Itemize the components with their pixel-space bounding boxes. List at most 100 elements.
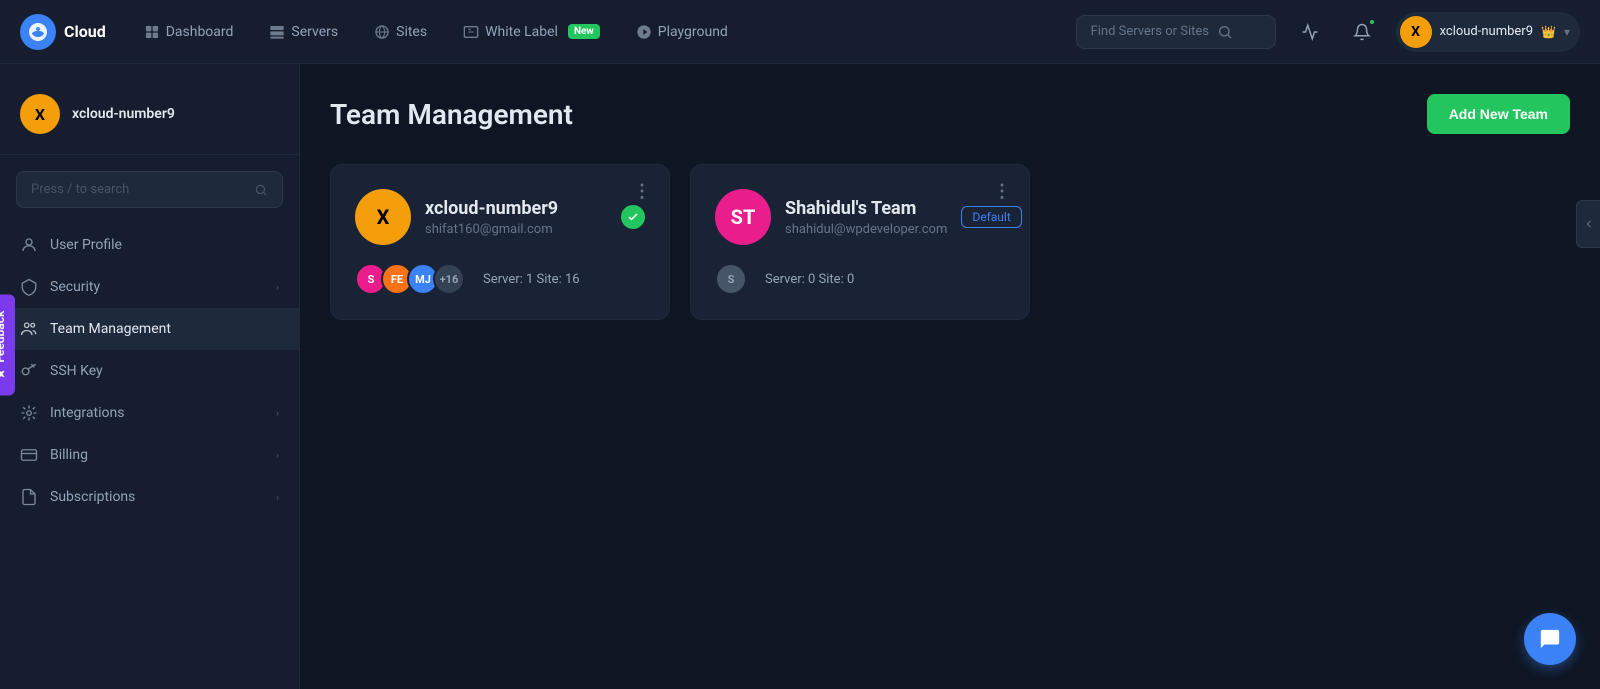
sidebar: X xcloud-number9 Press / to search User … xyxy=(0,64,300,689)
user-avatar: X xyxy=(1400,16,1432,48)
card-stats-xcloud: Server: 1 Site: 16 xyxy=(483,272,580,287)
activity-icon-btn[interactable] xyxy=(1292,14,1328,50)
sidebar-item-billing[interactable]: Billing › xyxy=(0,434,299,476)
bell-icon xyxy=(1353,23,1371,41)
logo[interactable]: Cloud xyxy=(20,14,106,50)
nav-white-label[interactable]: White Label New xyxy=(449,16,614,48)
member-avatar-s-shahidul: S xyxy=(715,263,747,295)
nav-dashboard-label: Dashboard xyxy=(166,24,234,40)
nav-servers[interactable]: Servers xyxy=(255,16,352,48)
nav-sites-label: Sites xyxy=(396,24,427,40)
activity-icon xyxy=(1301,23,1319,41)
chevron-down-icon: ▾ xyxy=(1564,25,1570,39)
nav-playground[interactable]: Playground xyxy=(622,16,742,48)
white-label-icon xyxy=(463,24,479,40)
sidebar-item-label-user-profile: User Profile xyxy=(50,237,122,253)
card-avatar-xcloud: X xyxy=(355,189,411,245)
member-avatars-xcloud: S FE MJ +16 xyxy=(355,263,465,295)
crown-icon: 👑 xyxy=(1541,25,1556,39)
teams-grid: ⋮ X xcloud-number9 shifat160@gmail.com xyxy=(330,164,1570,320)
card-avatar-shahidul: ST xyxy=(715,189,771,245)
card-email-shahidul: shahidul@wpdeveloper.com xyxy=(785,222,947,237)
nav-white-label-label: White Label xyxy=(485,24,558,40)
logo-text: Cloud xyxy=(64,22,106,41)
nav-sites[interactable]: Sites xyxy=(360,16,441,48)
feedback-star-icon: ★ xyxy=(0,368,7,379)
page-title: Team Management xyxy=(330,98,573,131)
member-avatar-count: +16 xyxy=(433,263,465,295)
card-menu-xcloud[interactable]: ⋮ xyxy=(633,181,653,202)
sidebar-item-label-security: Security xyxy=(50,279,100,295)
default-badge: Default xyxy=(961,206,1021,228)
chevron-right-icon-4: › xyxy=(276,491,279,504)
sidebar-item-team-management[interactable]: Team Management xyxy=(0,308,299,350)
top-navigation: Cloud Dashboard Servers Sites White Labe… xyxy=(0,0,1600,64)
user-name: xcloud-number9 xyxy=(1440,24,1533,39)
card-stats-shahidul: Server: 0 Site: 0 xyxy=(765,272,854,287)
sidebar-collapse-button[interactable] xyxy=(1576,200,1600,248)
nav-playground-label: Playground xyxy=(658,24,728,40)
card-menu-shahidul[interactable]: ⋮ xyxy=(993,181,1013,202)
member-avatars-shahidul: S xyxy=(715,263,747,295)
sidebar-item-ssh-key[interactable]: SSH Key xyxy=(0,350,299,392)
feedback-button[interactable]: ★ Feedback xyxy=(0,294,15,395)
billing-icon xyxy=(20,446,38,464)
white-label-badge: New xyxy=(568,24,600,39)
notification-icon-btn[interactable] xyxy=(1344,14,1380,50)
card-email-xcloud: shifat160@gmail.com xyxy=(425,222,607,237)
main-header: Team Management Add New Team xyxy=(330,94,1570,134)
key-icon xyxy=(20,362,38,380)
card-name-shahidul: Shahidul's Team xyxy=(785,197,947,220)
sidebar-item-label-integrations: Integrations xyxy=(50,405,124,421)
servers-icon xyxy=(269,24,285,40)
sidebar-search-placeholder: Press / to search xyxy=(31,182,129,197)
nav-dashboard[interactable]: Dashboard xyxy=(130,16,248,48)
integrations-icon xyxy=(20,404,38,422)
card-members-shahidul: S Server: 0 Site: 0 xyxy=(715,263,1005,295)
sidebar-user: X xcloud-number9 xyxy=(0,84,299,155)
subscriptions-icon xyxy=(20,488,38,506)
search-icon xyxy=(1217,24,1233,40)
user-menu[interactable]: X xcloud-number9 👑 ▾ xyxy=(1396,12,1580,52)
team-icon xyxy=(20,320,38,338)
sidebar-username: xcloud-number9 xyxy=(72,106,175,122)
sidebar-item-label-ssh-key: SSH Key xyxy=(50,363,103,379)
card-header-shahidul: ST Shahidul's Team shahidul@wpdeveloper.… xyxy=(715,189,1005,245)
sidebar-search-icon xyxy=(254,183,268,197)
notification-dot xyxy=(1368,18,1376,26)
sites-icon xyxy=(374,24,390,40)
dashboard-icon xyxy=(144,24,160,40)
chat-icon xyxy=(1539,628,1561,650)
sidebar-item-label-billing: Billing xyxy=(50,447,88,463)
user-icon xyxy=(20,236,38,254)
card-members-xcloud: S FE MJ +16 Server: 1 Site: 16 xyxy=(355,263,645,295)
card-header-xcloud: X xcloud-number9 shifat160@gmail.com xyxy=(355,189,645,245)
chevron-left-icon xyxy=(1583,218,1595,230)
card-info-shahidul: Shahidul's Team shahidul@wpdeveloper.com xyxy=(785,197,947,237)
logo-icon xyxy=(20,14,56,50)
nav-servers-label: Servers xyxy=(291,24,338,40)
sidebar-item-integrations[interactable]: Integrations › xyxy=(0,392,299,434)
team-card-shahidul: ⋮ ST Shahidul's Team shahidul@wpdevelope… xyxy=(690,164,1030,320)
security-icon xyxy=(20,278,38,296)
sidebar-search[interactable]: Press / to search xyxy=(16,171,283,208)
sidebar-item-user-profile[interactable]: User Profile xyxy=(0,224,299,266)
chevron-right-icon-2: › xyxy=(276,407,279,420)
chat-button[interactable] xyxy=(1524,613,1576,665)
sidebar-item-security[interactable]: Security › xyxy=(0,266,299,308)
playground-icon xyxy=(636,24,652,40)
global-search[interactable]: Find Servers or Sites xyxy=(1076,15,1276,49)
team-card-xcloud: ⋮ X xcloud-number9 shifat160@gmail.com xyxy=(330,164,670,320)
sidebar-item-label-subscriptions: Subscriptions xyxy=(50,489,135,505)
global-search-placeholder: Find Servers or Sites xyxy=(1091,24,1209,39)
check-icon-xcloud xyxy=(621,205,645,229)
main-layout: X xcloud-number9 Press / to search User … xyxy=(0,64,1600,689)
nav-right: Find Servers or Sites X xcloud-number9 👑… xyxy=(1076,12,1580,52)
sidebar-item-subscriptions[interactable]: Subscriptions › xyxy=(0,476,299,518)
card-name-xcloud: xcloud-number9 xyxy=(425,197,607,220)
add-new-team-button[interactable]: Add New Team xyxy=(1427,94,1570,134)
chevron-right-icon: › xyxy=(276,281,279,294)
card-info-xcloud: xcloud-number9 shifat160@gmail.com xyxy=(425,197,607,237)
chevron-right-icon-3: › xyxy=(276,449,279,462)
sidebar-item-label-team-management: Team Management xyxy=(50,321,171,337)
